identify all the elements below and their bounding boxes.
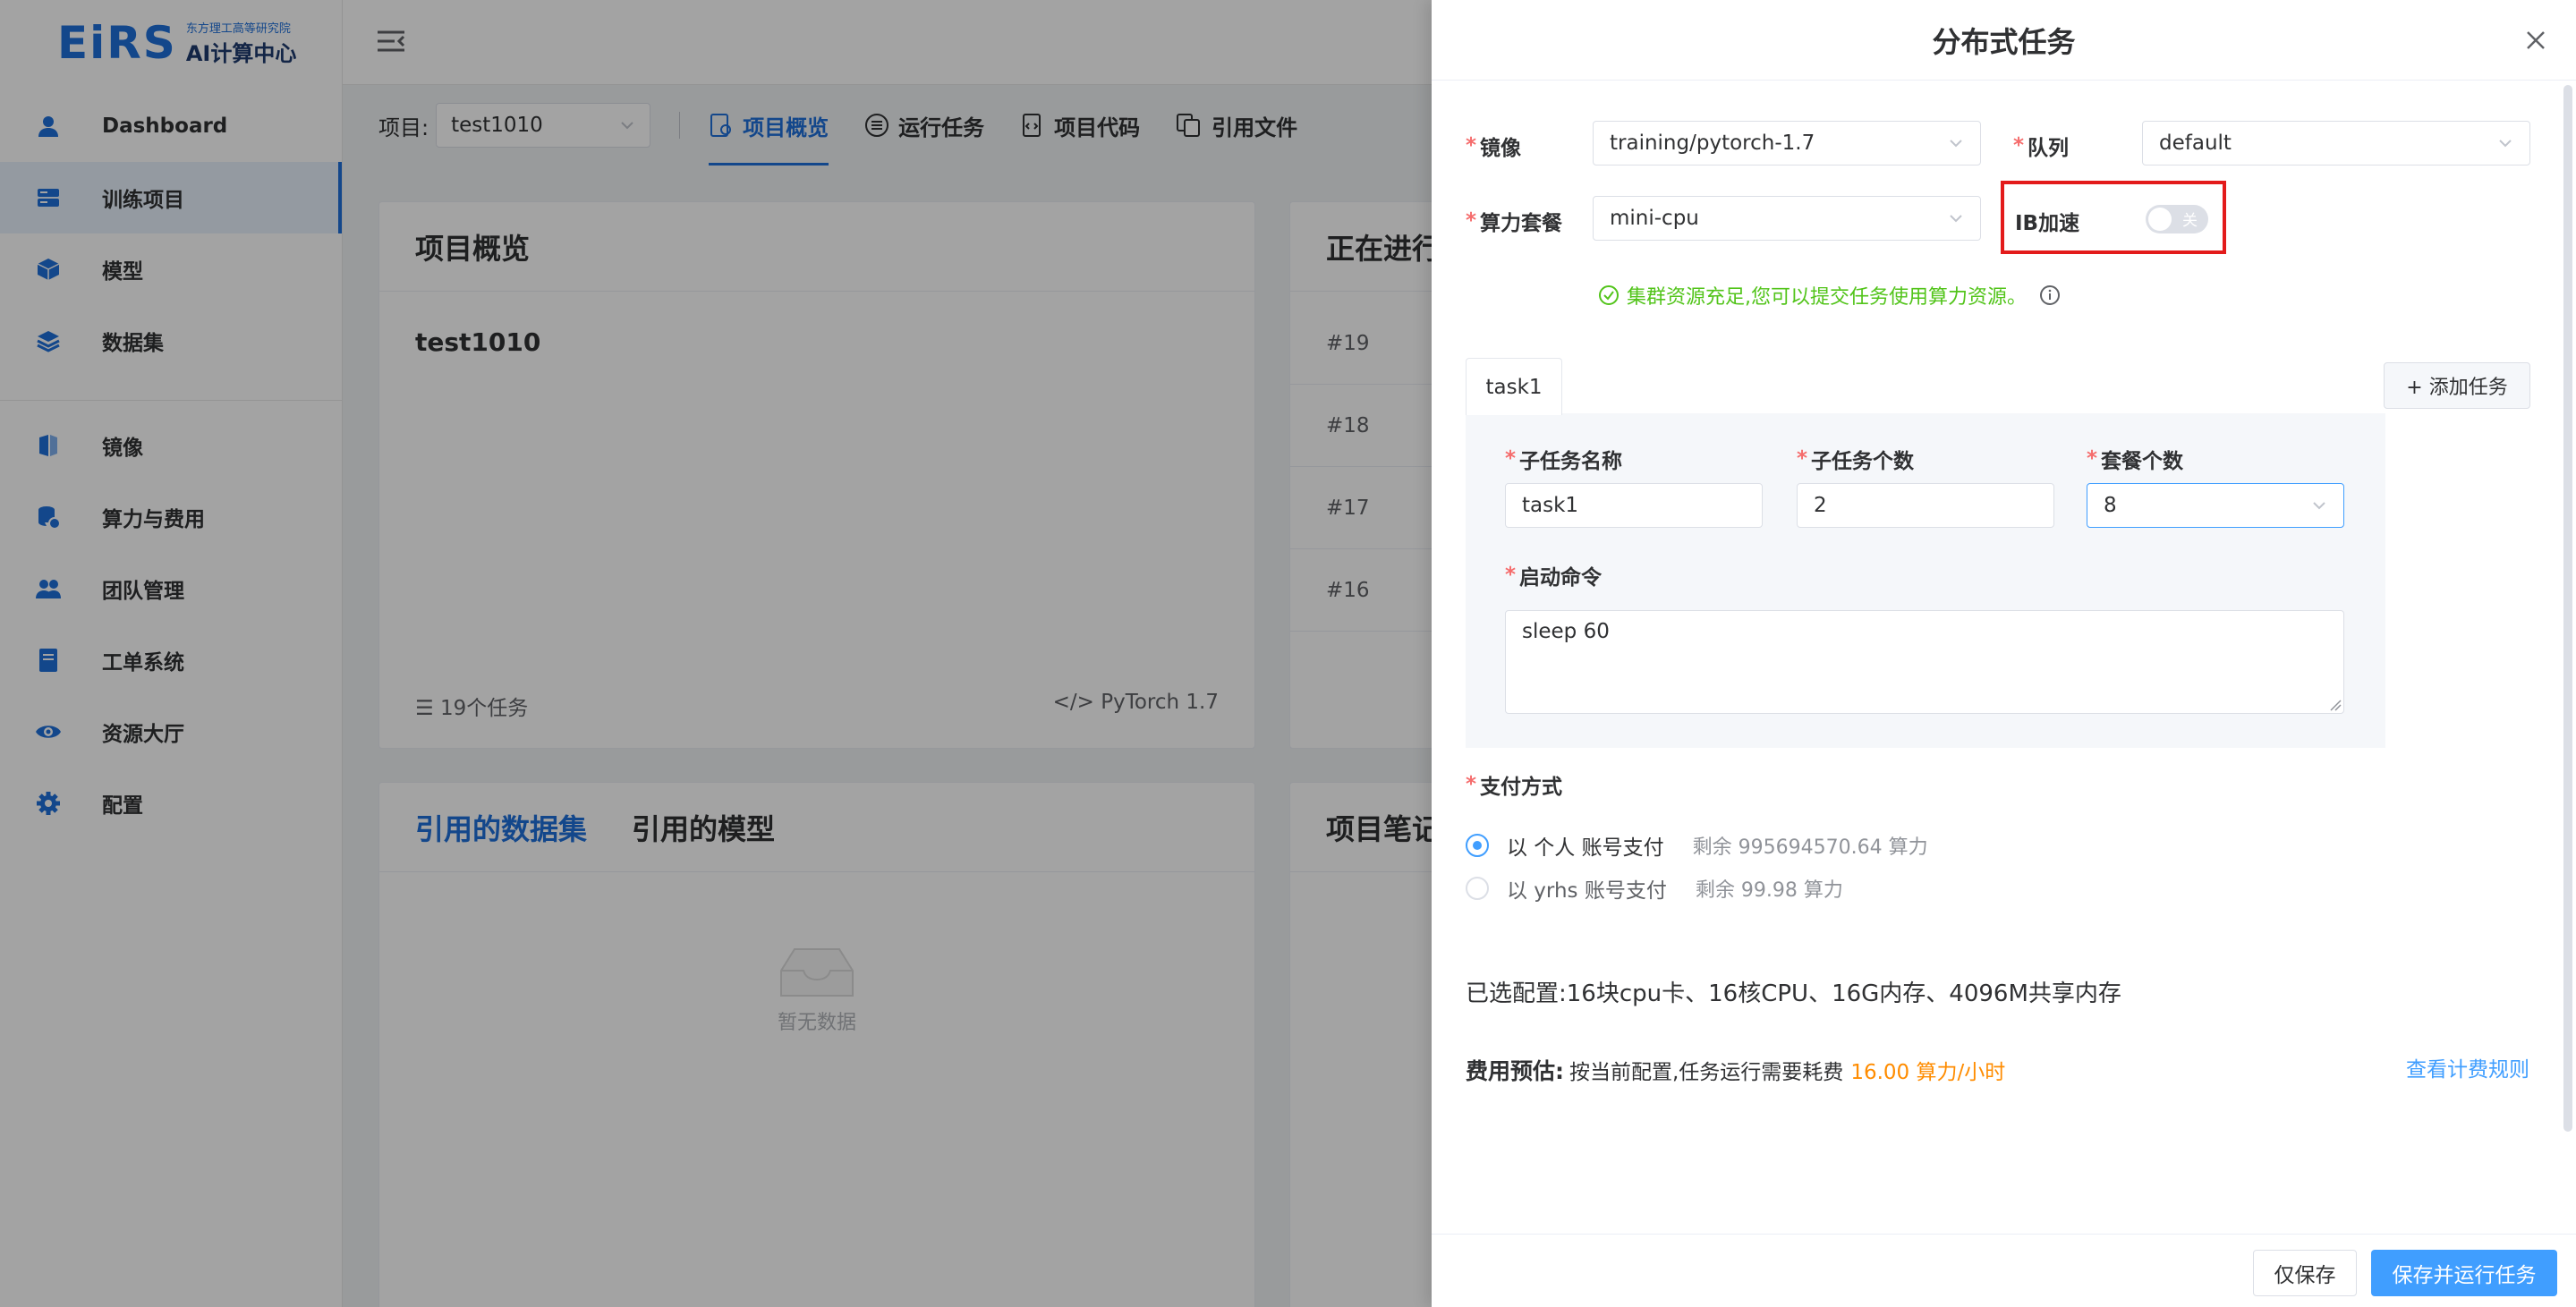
resize-grip-icon[interactable] (2329, 699, 2342, 711)
subtask-name-input[interactable]: task1 (1505, 483, 1763, 528)
subtask-count-input[interactable]: 2 (1797, 483, 2054, 528)
payment-label: * 支付方式 (1466, 773, 1563, 799)
save-and-run-button[interactable]: 保存并运行任务 (2371, 1250, 2557, 1296)
radio-personal[interactable] (1466, 834, 1489, 857)
selected-config: 已选配置:16块cpu卡、16核CPU、16G内存、4096M共享内存 (1466, 980, 2121, 1007)
ib-toggle[interactable]: 关 (2146, 205, 2208, 233)
chevron-down-icon (2313, 502, 2325, 510)
package-select[interactable]: mini-cpu (1593, 196, 1981, 241)
image-label: * 镜像 (1466, 134, 1522, 160)
chevron-down-icon (1950, 215, 1962, 223)
drawer-footer: 仅保存 保存并运行任务 (1432, 1234, 2576, 1307)
drawer-scrollbar[interactable] (2563, 85, 2572, 1132)
close-icon[interactable] (2522, 27, 2549, 54)
subtask-name-label: * 子任务名称 (1505, 447, 1623, 473)
command-textarea[interactable]: sleep 60 (1505, 610, 2344, 714)
save-button[interactable]: 仅保存 (2253, 1250, 2357, 1296)
check-circle-icon (1599, 285, 1619, 305)
package-count-select[interactable]: 8 (2087, 483, 2344, 528)
package-label: * 算力套餐 (1466, 209, 1563, 235)
image-select[interactable]: training/pytorch-1.7 (1593, 121, 1981, 165)
info-icon[interactable] (2039, 284, 2061, 306)
radio-yrhs[interactable] (1466, 877, 1489, 900)
package-count-label: * 套餐个数 (2087, 447, 2184, 473)
payment-option-personal[interactable]: 以 个人 账号支付 剩余 995694570.64 算力 (1466, 830, 1928, 861)
tab-task1[interactable]: task1 (1466, 358, 1562, 415)
cost-value: 16.00 算力/小时 (1850, 1061, 2006, 1084)
queue-label: * 队列 (2013, 134, 2070, 160)
queue-select[interactable]: default (2142, 121, 2530, 165)
command-label: * 启动命令 (1505, 564, 1603, 590)
modal-overlay[interactable] (0, 0, 1432, 1307)
ib-label: IB加速 (2015, 212, 2080, 235)
subtask-count-label: * 子任务个数 (1797, 447, 1915, 473)
pricing-rules-link[interactable]: 查看计费规则 (2406, 1052, 2529, 1082)
chevron-down-icon (1950, 140, 1962, 148)
add-task-button[interactable]: + 添加任务 (2384, 362, 2530, 409)
resource-status: 集群资源充足,您可以提交任务使用算力资源。 (1598, 281, 2061, 310)
drawer-title: 分布式任务 (1932, 24, 2076, 59)
cost-estimate: 费用预估: 按当前配置,任务运行需要耗费 16.00 算力/小时 (1466, 1054, 2005, 1086)
payment-option-yrhs[interactable]: 以 yrhs 账号支付 剩余 99.98 算力 (1466, 873, 1843, 904)
chevron-down-icon (2499, 140, 2512, 148)
